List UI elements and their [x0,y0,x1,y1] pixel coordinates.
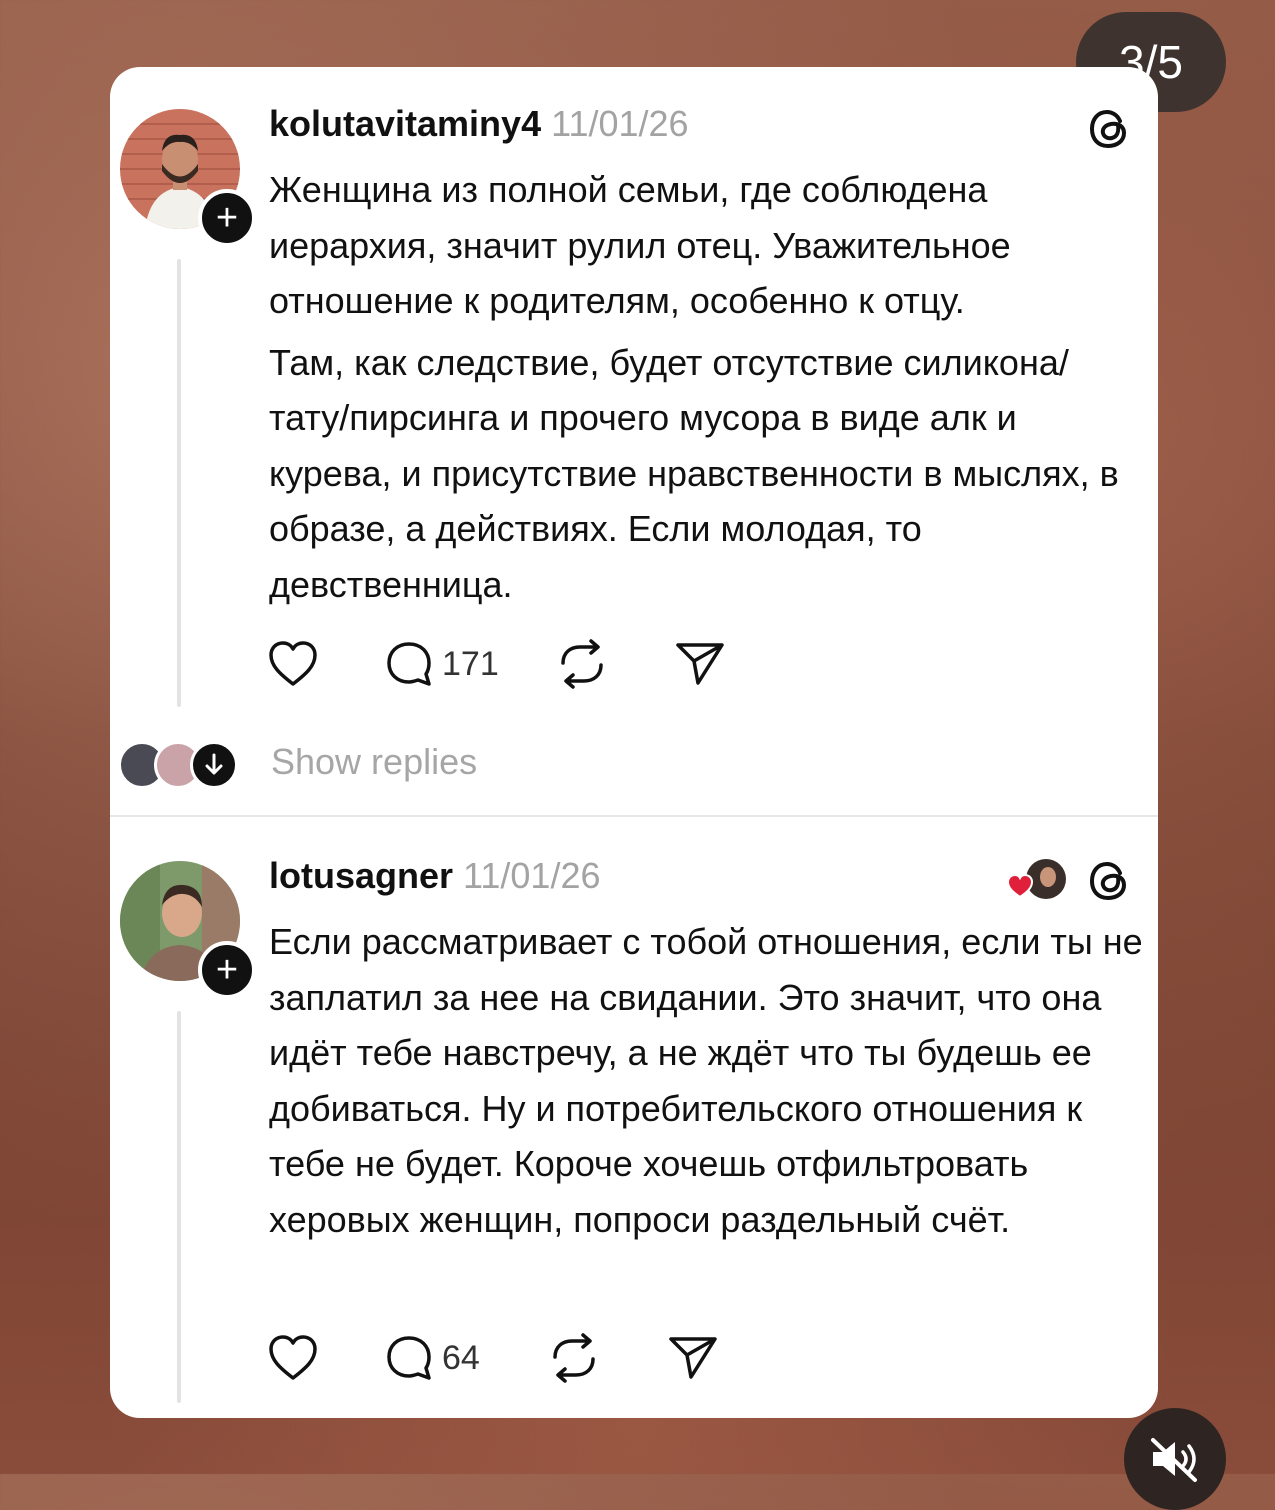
send-icon [669,1337,717,1379]
username[interactable]: kolutavitaminy4 [269,103,541,144]
expand-replies-icon[interactable] [190,741,238,789]
threads-screenshot-card: + kolutavitaminy4 11/01/26 Женщина из пол… [110,67,1158,1418]
threads-icon[interactable] [1086,857,1134,905]
send-icon [676,643,724,685]
share-button[interactable] [674,639,726,689]
heart-icon [269,1335,317,1380]
show-replies-row[interactable]: Show replies [118,737,518,789]
threads-icon[interactable] [1086,105,1134,153]
author-liked-badge [1006,859,1066,899]
reply-button[interactable]: 171 [384,639,499,689]
thread-connector-line [177,259,181,707]
share-button[interactable] [667,1333,719,1383]
reply-button[interactable]: 64 [384,1333,480,1383]
thread-post: + kolutavitaminy4 11/01/26 Женщина из пол… [110,67,1158,815]
repost-button[interactable] [547,1333,601,1383]
comment-icon [387,1336,431,1380]
post-paragraph: Если рассматривает с тобой отношения, ес… [269,921,1143,1240]
follow-plus-icon[interactable]: + [198,189,256,247]
post-paragraph: Там, как следствие, будет отсутствие сил… [269,341,1119,605]
like-button[interactable] [267,639,319,689]
repost-icon [561,639,603,689]
speaker-muted-icon [1151,1438,1197,1482]
thread-connector-line [177,1011,181,1403]
thread-post: + lotusagner 11/01/26 Если рассматривает … [110,819,1158,1418]
like-button[interactable] [267,1333,319,1383]
heart-icon [269,641,317,686]
post-header: lotusagner 11/01/26 [269,855,601,897]
username[interactable]: lotusagner [269,855,453,896]
post-header: kolutavitaminy4 11/01/26 [269,103,689,145]
post-body: Женщина из полной семьи, где соблюдена и… [269,162,1144,612]
post-body: Если рассматривает с тобой отношения, ес… [269,914,1144,1247]
reply-count: 171 [442,644,499,683]
reply-count: 64 [442,1338,480,1377]
show-replies-link[interactable]: Show replies [271,741,477,783]
post-date: 11/01/26 [463,855,601,896]
mute-button[interactable] [1124,1408,1226,1510]
post-paragraph: Женщина из полной семьи, где соблюдена и… [269,169,1011,321]
divider [110,815,1158,817]
comment-icon [387,642,431,686]
follow-plus-icon[interactable]: + [198,941,256,999]
repost-button[interactable] [555,639,609,689]
post-date: 11/01/26 [551,103,689,144]
repost-icon [553,1333,595,1383]
